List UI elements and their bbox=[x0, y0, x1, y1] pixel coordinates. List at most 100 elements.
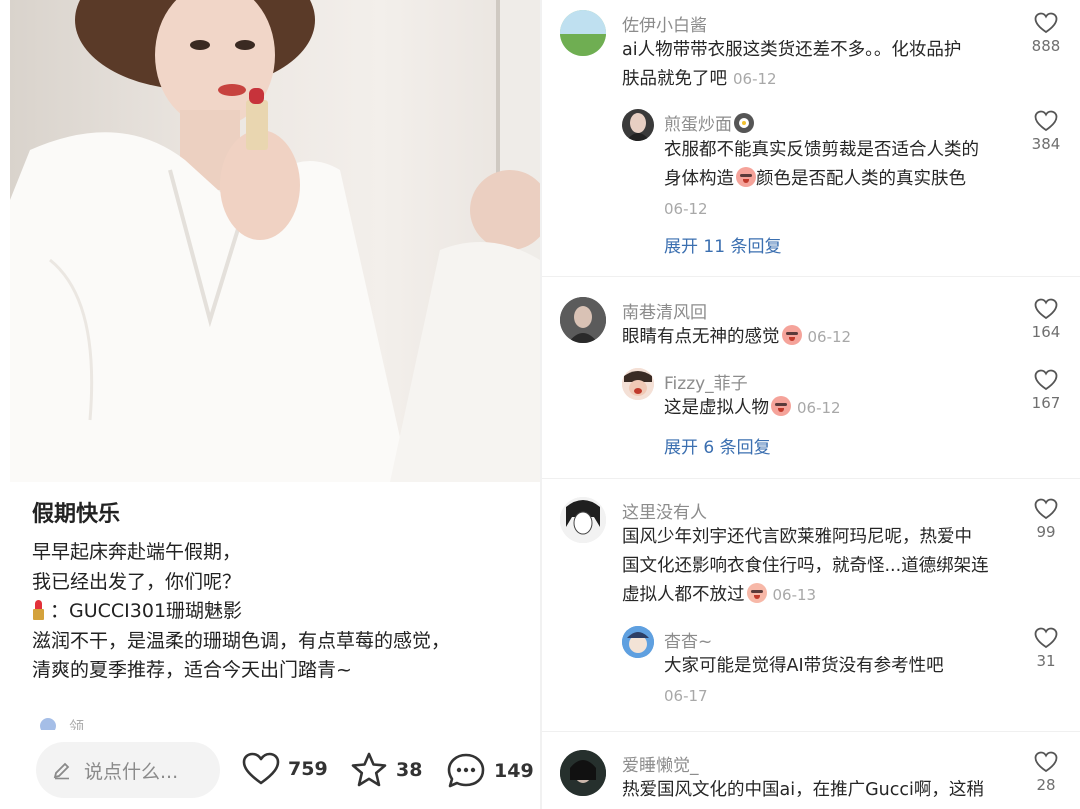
reply-like-count: 384 bbox=[1031, 135, 1061, 153]
reply-avatar[interactable] bbox=[622, 626, 654, 658]
reply-date: 06-17 bbox=[664, 687, 708, 705]
comment-line: ai人物带带衣服这类货还差不多。。化妆品护 bbox=[622, 40, 962, 60]
comment-username[interactable]: 佐伊小白酱 bbox=[622, 11, 707, 36]
like-button[interactable]: 759 bbox=[242, 752, 328, 786]
post-photo[interactable] bbox=[10, 0, 540, 482]
reply-text: 衣服都不能真实反馈剪裁是否适合人类的 身体构造 颜色是否配人类的真实肤色 bbox=[664, 136, 979, 194]
reply-line: 衣服都不能真实反馈剪裁是否适合人类的 bbox=[664, 140, 979, 160]
comment-like-button[interactable]: 28 bbox=[1026, 751, 1066, 794]
comment-username[interactable]: 爱睡懒觉_ bbox=[622, 751, 699, 776]
comment-line: 国风少年刘宇还代言欧莱雅阿玛尼呢，热爱中 bbox=[622, 527, 972, 547]
reply-username[interactable]: 煎蛋炒面 bbox=[664, 110, 754, 135]
expand-replies-link[interactable]: 展开 11 条回复 bbox=[664, 232, 781, 257]
pan-emoji-icon bbox=[734, 113, 754, 133]
post-panel: 假期快乐 早早起床奔赴端午假期， 我已经出发了，你们呢？ ：GUCCI301珊瑚… bbox=[0, 0, 540, 809]
heart-icon bbox=[242, 752, 280, 785]
avatar[interactable] bbox=[560, 497, 606, 543]
comment-text: 眼睛有点无神的感觉 06-12 bbox=[622, 323, 851, 352]
comment-date: 06-12 bbox=[807, 328, 852, 346]
crying-emoji-icon bbox=[771, 396, 791, 416]
avatar[interactable] bbox=[560, 297, 606, 343]
comment-line-text: 肤品就免了吧 bbox=[622, 69, 727, 89]
like-count: 759 bbox=[288, 758, 328, 780]
heart-icon bbox=[1034, 110, 1058, 132]
reply-text: 这是虚拟人物 06-12 bbox=[664, 394, 841, 423]
reply-text: 大家可能是觉得AI带货没有参考性吧 bbox=[664, 652, 944, 681]
reply-like-button[interactable]: 384 bbox=[1026, 110, 1066, 153]
comment-date: 06-13 bbox=[772, 586, 817, 604]
comment-line: 虚拟人都不放过 06-13 bbox=[622, 581, 989, 610]
avatar-image bbox=[560, 297, 606, 343]
comment-bubble-icon bbox=[447, 753, 485, 788]
post-line-text: ：GUCCI301珊瑚魅影 bbox=[50, 600, 243, 622]
woman-applying-lipstick-image bbox=[10, 0, 540, 482]
comment-username[interactable]: 这里没有人 bbox=[622, 498, 707, 523]
comment-like-count: 28 bbox=[1036, 776, 1056, 794]
heart-icon bbox=[1034, 298, 1058, 320]
crying-emoji-icon bbox=[736, 167, 756, 187]
comment-like-button[interactable]: 888 bbox=[1026, 12, 1066, 55]
avatar[interactable] bbox=[560, 750, 606, 796]
expand-replies-link[interactable]: 展开 6 条回复 bbox=[664, 433, 771, 458]
avatar-image bbox=[626, 113, 650, 141]
reply-line: 这是虚拟人物 06-12 bbox=[664, 394, 841, 423]
comment-text: ai人物带带衣服这类货还差不多。。化妆品护 肤品就免了吧 06-12 bbox=[622, 36, 961, 94]
comment-like-button[interactable]: 99 bbox=[1026, 498, 1066, 541]
heart-icon bbox=[1034, 498, 1058, 520]
comment-line-text: 虚拟人都不放过 bbox=[622, 585, 745, 605]
avatar-image bbox=[622, 626, 654, 658]
reply-username[interactable]: Fizzy_菲子 bbox=[664, 369, 748, 394]
comment-line: 肤品就免了吧 06-12 bbox=[622, 65, 961, 94]
comment-line: 热爱国风文化的中国ai，在推广Gucci啊，这稍 bbox=[622, 780, 984, 800]
reply-date: 06-12 bbox=[664, 200, 708, 218]
comment-divider bbox=[542, 731, 1080, 732]
reply-like-button[interactable]: 31 bbox=[1026, 627, 1066, 670]
reply-like-count: 167 bbox=[1031, 394, 1061, 412]
comment-divider bbox=[542, 478, 1080, 479]
star-icon bbox=[351, 752, 387, 787]
heart-icon bbox=[1034, 751, 1058, 773]
avatar[interactable] bbox=[560, 10, 606, 56]
comment-username[interactable]: 南巷清风回 bbox=[622, 298, 707, 323]
post-body: 早早起床奔赴端午假期， 我已经出发了，你们呢？ ：GUCCI301珊瑚魅影 滋润… bbox=[32, 538, 532, 686]
comments-button[interactable]: 149 bbox=[446, 752, 534, 790]
reply-line: 身体构造 颜色是否配人类的真实肤色 bbox=[664, 165, 979, 194]
shy-emoji-icon bbox=[746, 583, 767, 603]
avatar-image bbox=[560, 10, 606, 56]
reply-avatar[interactable] bbox=[622, 368, 654, 400]
post-line: 早早起床奔赴端午假期， bbox=[32, 541, 242, 563]
comment-text: 国风少年刘宇还代言欧莱雅阿玛尼呢，热爱中 国文化还影响衣食住行吗，就奇怪...道… bbox=[622, 523, 989, 610]
comment-date: 06-12 bbox=[733, 70, 777, 88]
reply-line: 大家可能是觉得AI带货没有参考性吧 bbox=[664, 656, 944, 676]
comment-divider bbox=[542, 276, 1080, 277]
pencil-icon bbox=[53, 762, 70, 780]
comment-input[interactable]: 说点什么... bbox=[36, 742, 220, 798]
post-action-bar: 说点什么... 759 38 149 bbox=[10, 730, 540, 809]
reply-username-text: 煎蛋炒面 bbox=[664, 115, 732, 135]
lipstick-icon bbox=[32, 600, 44, 620]
avatar-image bbox=[622, 368, 654, 400]
post-line: 滋润不干，是温柔的珊瑚色调，有点草莓的感觉， bbox=[32, 629, 451, 652]
post-line: ：GUCCI301珊瑚魅影 bbox=[32, 597, 532, 627]
comment-like-button[interactable]: 164 bbox=[1026, 298, 1066, 341]
heart-icon bbox=[1034, 369, 1058, 391]
comment-line: 国文化还影响衣食住行吗，就奇怪...道德绑架连 bbox=[622, 556, 989, 576]
comment-like-count: 99 bbox=[1036, 523, 1056, 541]
reply-avatar[interactable] bbox=[622, 109, 654, 141]
comment-count: 149 bbox=[494, 760, 534, 782]
comments-panel: 佐伊小白酱 ai人物带带衣服这类货还差不多。。化妆品护 肤品就免了吧 06-12 … bbox=[542, 0, 1080, 809]
reply-date: 06-12 bbox=[797, 399, 841, 417]
post-line: 清爽的夏季推荐，适合今天出门踏青~ bbox=[32, 659, 352, 681]
crying-emoji-icon bbox=[781, 325, 802, 345]
reply-like-button[interactable]: 167 bbox=[1026, 369, 1066, 412]
reply-username[interactable]: 杳杳~ bbox=[664, 627, 712, 652]
reply-like-count: 31 bbox=[1036, 652, 1056, 670]
reply-line-text: 身体构造 bbox=[664, 169, 734, 189]
heart-icon bbox=[1034, 12, 1058, 34]
reply-line-text: 这是虚拟人物 bbox=[664, 398, 769, 418]
comment-line: 眼睛有点无神的感觉 06-12 bbox=[622, 323, 851, 352]
favorite-button[interactable]: 38 bbox=[350, 752, 422, 788]
avatar-image bbox=[560, 750, 606, 796]
faded-tag: 领 bbox=[40, 716, 100, 730]
faded-tag-text: 领 bbox=[69, 718, 85, 730]
